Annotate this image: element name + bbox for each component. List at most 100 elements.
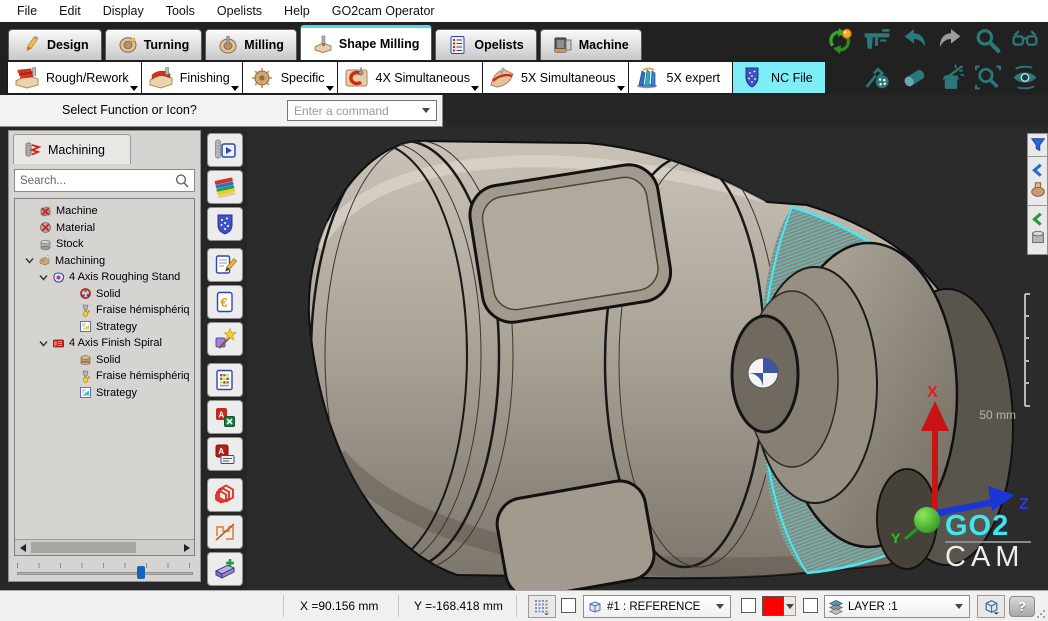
rendering-button[interactable] xyxy=(207,170,243,204)
report-button[interactable] xyxy=(207,363,243,397)
menu-tools[interactable]: Tools xyxy=(155,4,206,18)
4x-simultaneous-icon xyxy=(344,67,370,89)
5x-expert-button[interactable]: 5X expert xyxy=(628,61,734,94)
scroll-right-arrow[interactable] xyxy=(179,540,194,555)
magic-wand-button[interactable] xyxy=(936,64,966,91)
ribbon-button-label: NC File xyxy=(771,71,813,85)
tab-turning[interactable]: Turning xyxy=(105,29,203,60)
tree-item-machining[interactable]: Machining xyxy=(15,253,194,270)
chevron-down-icon[interactable] xyxy=(38,338,49,349)
ribbon-tab-row: Design Turning Milling Shape Milling Ope… xyxy=(0,22,1048,60)
eraser-button[interactable] xyxy=(899,64,929,91)
workplanes-button[interactable] xyxy=(207,478,243,512)
regenerate-button[interactable] xyxy=(825,27,855,54)
add-stock-button[interactable] xyxy=(207,552,243,586)
command-combo-placeholder: Enter a command xyxy=(288,104,422,118)
chevron-down-icon[interactable] xyxy=(38,272,49,283)
scrollbar-thumb[interactable] xyxy=(31,542,136,553)
opelists-icon xyxy=(448,36,468,54)
edit-document-button[interactable] xyxy=(207,248,243,282)
view-glasses-button[interactable] xyxy=(1010,27,1040,54)
tree-label: Strategy xyxy=(96,321,137,333)
zoom-fit-icon xyxy=(973,64,1003,91)
finishing-button[interactable]: Finishing xyxy=(141,61,243,94)
ballmill-tool-icon xyxy=(79,370,92,383)
tree-item-solid[interactable]: Solid xyxy=(15,352,194,369)
tools-palette-button[interactable] xyxy=(862,64,892,91)
help-button[interactable]: ? xyxy=(1009,596,1035,617)
slider-thumb[interactable] xyxy=(137,566,145,579)
tree-item-fraise[interactable]: Fraise hémisphériq xyxy=(15,302,194,319)
zoom-button[interactable] xyxy=(973,27,1003,54)
tab-opelists[interactable]: Opelists xyxy=(435,29,536,60)
tree-item-solid[interactable]: Solid xyxy=(15,286,194,303)
grid-toggle-button[interactable] xyxy=(528,595,556,618)
tree-zoom-slider[interactable] xyxy=(17,563,193,579)
tree-item-4-axis-roughing[interactable]: 4 Axis Roughing Stand xyxy=(15,269,194,286)
simulation-button[interactable] xyxy=(207,133,243,167)
measure-caliper-button[interactable] xyxy=(862,27,892,54)
tree-item-material[interactable]: Material xyxy=(15,220,194,237)
layers-icon xyxy=(828,599,844,615)
export-pdf-button[interactable]: A xyxy=(207,437,243,471)
scroll-left-arrow[interactable] xyxy=(15,540,30,555)
chevron-down-icon xyxy=(786,604,794,609)
zoom-fit-button[interactable] xyxy=(973,64,1003,91)
search-input[interactable]: Search... xyxy=(14,169,195,192)
slider-track[interactable] xyxy=(17,572,193,575)
tab-milling[interactable]: Milling xyxy=(205,29,297,60)
menu-edit[interactable]: Edit xyxy=(48,4,92,18)
roughing-op-icon xyxy=(52,271,65,284)
tab-label: Milling xyxy=(244,38,284,52)
viewport-3d[interactable]: X Z Y 50 mm GO2 CAM xyxy=(247,127,1048,590)
tab-design[interactable]: Design xyxy=(8,29,102,60)
layer-combo[interactable]: LAYER :1 xyxy=(824,595,970,618)
reference-checkbox[interactable] xyxy=(561,598,576,613)
tree-item-fraise[interactable]: Fraise hémisphériq xyxy=(15,368,194,385)
tree-item-strategy[interactable]: Strategy xyxy=(15,385,194,402)
resize-grip[interactable] xyxy=(1036,609,1046,619)
menu-file[interactable]: File xyxy=(6,4,48,18)
5x-simultaneous-button[interactable]: 5X Simultaneous xyxy=(482,61,629,94)
previous-part-button[interactable] xyxy=(1028,157,1047,206)
ribbon-button-label: Specific xyxy=(281,71,325,85)
4x-simultaneous-button[interactable]: 4X Simultaneous xyxy=(337,61,484,94)
command-combo[interactable]: Enter a command xyxy=(287,100,437,121)
menu-display[interactable]: Display xyxy=(92,4,155,18)
view-cube-button[interactable] xyxy=(977,595,1005,618)
chevron-down-icon[interactable] xyxy=(24,255,35,266)
rough-rework-button[interactable]: Rough/Rework xyxy=(7,61,142,94)
menu-help[interactable]: Help xyxy=(273,4,321,18)
tree-item-strategy[interactable]: Strategy xyxy=(15,319,194,336)
nc-shield-button[interactable] xyxy=(207,207,243,241)
color-checkbox[interactable] xyxy=(741,598,756,613)
previous-stock-button[interactable] xyxy=(1028,206,1047,254)
simulation-icon xyxy=(213,138,237,162)
reference-combo[interactable]: #1 : REFERENCE xyxy=(583,595,731,618)
color-swatch[interactable] xyxy=(762,596,784,616)
machining-panel-tab[interactable]: Machining xyxy=(13,134,131,164)
redo-button[interactable] xyxy=(936,27,966,54)
profile-off-button[interactable] xyxy=(207,515,243,549)
display-filter-button[interactable] xyxy=(1028,134,1047,157)
menu-go2cam-operator[interactable]: GO2cam Operator xyxy=(321,4,446,18)
menu-opelists[interactable]: Opelists xyxy=(206,4,273,18)
nc-file-button[interactable]: NC File xyxy=(732,61,826,94)
color-dropdown-button[interactable] xyxy=(784,596,796,616)
specific-button[interactable]: Specific xyxy=(242,61,338,94)
tree-item-4-axis-finish[interactable]: 4 Axis Finish Spiral xyxy=(15,335,194,352)
cost-euro-button[interactable]: € xyxy=(207,285,243,319)
undo-button[interactable] xyxy=(899,27,929,54)
tab-machine[interactable]: Machine xyxy=(540,29,642,60)
quick-access-row-1 xyxy=(825,27,1040,54)
tree-item-stock[interactable]: Stock xyxy=(15,236,194,253)
view-nav-toolbar xyxy=(1027,133,1048,255)
tree-item-machine[interactable]: Machine xyxy=(15,203,194,220)
tree-label: Machine xyxy=(56,205,98,217)
visibility-eye-button[interactable] xyxy=(1010,64,1040,91)
tree-horizontal-scrollbar[interactable] xyxy=(15,539,194,555)
tab-shape-milling[interactable]: Shape Milling xyxy=(300,25,433,60)
layer-checkbox[interactable] xyxy=(803,598,818,613)
wizard-button[interactable] xyxy=(207,322,243,356)
export-excel-button[interactable]: A xyxy=(207,400,243,434)
